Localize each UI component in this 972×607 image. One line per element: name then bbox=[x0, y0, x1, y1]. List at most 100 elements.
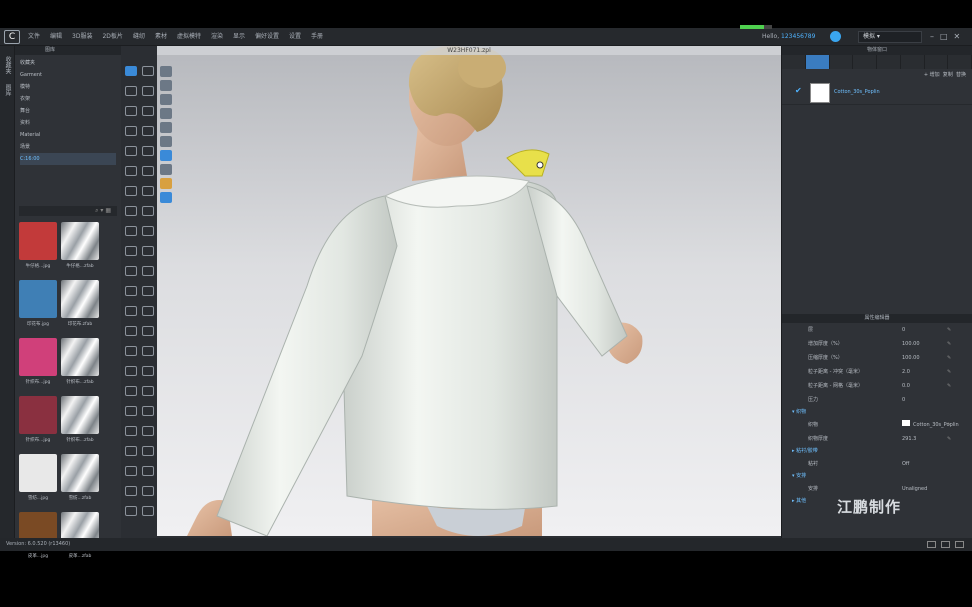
screen-icon[interactable] bbox=[927, 541, 936, 548]
toolbar-tool-icon[interactable] bbox=[125, 186, 137, 196]
toolbar-tool-icon[interactable] bbox=[142, 466, 154, 476]
toolbar-tool-icon[interactable] bbox=[125, 246, 137, 256]
prop-row[interactable]: 压缩厚度（%） 100.00 ✎ bbox=[782, 351, 972, 365]
menu-sewing[interactable]: 缝纫 bbox=[133, 28, 145, 46]
toolbar-tool-icon[interactable] bbox=[142, 66, 154, 76]
sphere-icon[interactable] bbox=[830, 55, 854, 69]
toolbar-tool-icon[interactable] bbox=[125, 146, 137, 156]
pen-icon[interactable] bbox=[901, 55, 925, 69]
toolbar-tool-icon[interactable] bbox=[125, 66, 137, 76]
toolbar-tool-icon[interactable] bbox=[142, 186, 154, 196]
edit-icon[interactable]: ✎ bbox=[947, 379, 951, 393]
toolbar-tool-icon[interactable] bbox=[142, 86, 154, 96]
toolbar-tool-icon[interactable] bbox=[125, 86, 137, 96]
list-icon[interactable] bbox=[782, 55, 806, 69]
view-tool-8-icon[interactable] bbox=[160, 164, 172, 175]
view-tool-10-icon[interactable] bbox=[160, 192, 172, 203]
toolbar-tool-icon[interactable] bbox=[125, 206, 137, 216]
prop-row[interactable]: 粒子距离 - 网格（毫米） 0.0 ✎ bbox=[782, 379, 972, 393]
cloud-icon[interactable] bbox=[830, 31, 841, 42]
toolbar-tool-icon[interactable] bbox=[125, 126, 137, 136]
toolbar-tool-icon[interactable] bbox=[142, 426, 154, 436]
prop-row[interactable]: 压力 0 bbox=[782, 393, 972, 407]
toolbar-tool-icon[interactable] bbox=[142, 166, 154, 176]
library-search-bar[interactable]: ⌕ ▾ ▦ bbox=[19, 206, 117, 216]
toolbar-tool-icon[interactable] bbox=[142, 106, 154, 116]
library-thumbnail[interactable]: 针织布...jpg bbox=[19, 338, 57, 392]
fabric-list-item[interactable]: ✔ Cotton_30s_Poplin bbox=[782, 81, 972, 105]
menu-2d-pattern[interactable]: 2D板片 bbox=[102, 28, 122, 46]
edit-icon[interactable]: ✎ bbox=[947, 418, 951, 432]
toolbar-tool-icon[interactable] bbox=[142, 406, 154, 416]
edit-icon[interactable]: ✎ bbox=[947, 432, 951, 446]
menu-avatar[interactable]: 虚拟模特 bbox=[177, 28, 201, 46]
menu-materials[interactable]: 素材 bbox=[155, 28, 167, 46]
menu-file[interactable]: 文件 bbox=[28, 28, 40, 46]
prop-fabric-row[interactable]: 织物 Cotton_30s_Poplin ✎ bbox=[782, 418, 972, 432]
window-icon[interactable] bbox=[941, 541, 950, 548]
window-controls[interactable]: –□✕ bbox=[930, 28, 966, 46]
edit-icon[interactable]: ✎ bbox=[947, 351, 951, 365]
library-thumbnail[interactable]: 针织布...jpg bbox=[19, 396, 57, 450]
toolbar-tool-icon[interactable] bbox=[125, 426, 137, 436]
toolbar-tool-icon[interactable] bbox=[142, 306, 154, 316]
edit-icon[interactable]: ✎ bbox=[947, 337, 951, 351]
library-thumbnail[interactable]: 牛仔格...zfab bbox=[61, 222, 99, 276]
layout-icon[interactable] bbox=[955, 541, 964, 548]
prop-row[interactable]: 层 0 ✎ bbox=[782, 323, 972, 337]
library-thumbnail[interactable]: 雪纺...zfab bbox=[61, 454, 99, 508]
toolbar-tool-icon[interactable] bbox=[142, 346, 154, 356]
menu-settings[interactable]: 设置 bbox=[289, 28, 301, 46]
library-thumbnail[interactable]: 印花布.zfab bbox=[61, 280, 99, 334]
view-tool-9-icon[interactable] bbox=[160, 178, 172, 189]
toolbar-tool-icon[interactable] bbox=[142, 226, 154, 236]
replace-fabric-button[interactable]: 替换 bbox=[956, 72, 966, 78]
toolbar-tool-icon[interactable] bbox=[125, 406, 137, 416]
toolbar-tool-icon[interactable] bbox=[142, 146, 154, 156]
copy-fabric-button[interactable]: 复制 bbox=[943, 72, 953, 78]
add-fabric-button[interactable]: + 增加 bbox=[924, 72, 940, 78]
menu-render[interactable]: 渲染 bbox=[211, 28, 223, 46]
tab-library[interactable]: 图库 bbox=[3, 84, 12, 96]
toolbar-tool-icon[interactable] bbox=[142, 506, 154, 516]
toolbar-tool-icon[interactable] bbox=[125, 346, 137, 356]
tree-item[interactable]: 场景 bbox=[20, 141, 116, 153]
toolbar-tool-icon[interactable] bbox=[125, 286, 137, 296]
shirt-icon[interactable] bbox=[805, 55, 830, 69]
user-info[interactable]: Hello, 123456789 bbox=[762, 28, 815, 46]
prop-row[interactable]: 增加厚度（%） 100.00 ✎ bbox=[782, 337, 972, 351]
view-tool-3-icon[interactable] bbox=[160, 94, 172, 105]
toolbar-tool-icon[interactable] bbox=[125, 326, 137, 336]
toolbar-tool-icon[interactable] bbox=[142, 326, 154, 336]
toolbar-tool-icon[interactable] bbox=[142, 366, 154, 376]
ruler-icon[interactable] bbox=[877, 55, 901, 69]
toolbar-tool-icon[interactable] bbox=[142, 486, 154, 496]
tree-item[interactable]: 资料 bbox=[20, 117, 116, 129]
tree-item[interactable]: 衣架 bbox=[20, 93, 116, 105]
toolbar-tool-icon[interactable] bbox=[142, 386, 154, 396]
search-icon[interactable]: ⌕ ▾ ▦ bbox=[95, 207, 111, 214]
toolbar-tool-icon[interactable] bbox=[125, 106, 137, 116]
toolbar-tool-icon[interactable] bbox=[125, 486, 137, 496]
toolbar-tool-icon[interactable] bbox=[125, 466, 137, 476]
toolbar-tool-icon[interactable] bbox=[125, 446, 137, 456]
prop-arrange-row[interactable]: 安排 Unaligned bbox=[782, 482, 972, 496]
section-adhesive[interactable]: ▸ 粘衬/胶带 bbox=[782, 446, 972, 457]
prop-weight-row[interactable]: 织物厚度 291.3 ✎ bbox=[782, 432, 972, 446]
view-tool-2-icon[interactable] bbox=[160, 80, 172, 91]
tree-item[interactable]: Garment bbox=[20, 69, 116, 81]
view-tool-7-icon[interactable] bbox=[160, 150, 172, 161]
settings-icon[interactable] bbox=[948, 55, 972, 69]
toolbar-tool-icon[interactable] bbox=[125, 306, 137, 316]
menu-display[interactable]: 显示 bbox=[233, 28, 245, 46]
toolbar-tool-icon[interactable] bbox=[125, 506, 137, 516]
toolbar-tool-icon[interactable] bbox=[125, 266, 137, 276]
toolbar-tool-icon[interactable] bbox=[142, 286, 154, 296]
tree-item[interactable]: 舞台 bbox=[20, 105, 116, 117]
toolbar-tool-icon[interactable] bbox=[125, 366, 137, 376]
menu-preferences[interactable]: 偏好设置 bbox=[255, 28, 279, 46]
library-thumbnail[interactable]: 牛仔格...jpg bbox=[19, 222, 57, 276]
3d-scene[interactable] bbox=[157, 46, 781, 536]
library-thumbnail[interactable]: 雪纺...jpg bbox=[19, 454, 57, 508]
section-fabric[interactable]: ▾ 织物 bbox=[782, 407, 972, 418]
